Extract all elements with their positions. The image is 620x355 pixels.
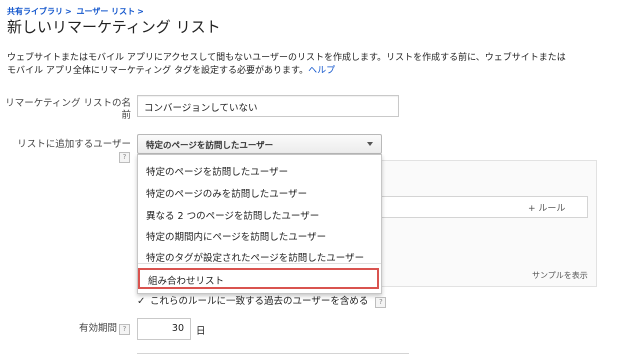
list-name-input[interactable]: コンバージョンしていない bbox=[137, 95, 399, 117]
show-sample-link[interactable]: サンプルを表示 bbox=[532, 270, 588, 281]
page-title: 新しいリマーケティング リスト bbox=[7, 18, 221, 36]
users-to-add-label: リストに追加するユーザー bbox=[17, 139, 131, 150]
include-past-users-row: ✓ これらのルールに一致する過去のユーザーを含める ? bbox=[137, 293, 387, 308]
list-name-label: リマーケティング リストの名前 bbox=[5, 98, 131, 121]
duration-unit: 日 bbox=[196, 326, 206, 337]
chevron-down-icon bbox=[367, 142, 373, 146]
menu-item-page-only-visitors[interactable]: 特定のページのみを訪問したユーザー bbox=[146, 186, 307, 200]
divider bbox=[137, 353, 409, 354]
dropdown-menu: 特定のページを訪問したユーザー 特定のページのみを訪問したユーザー 異なる 2 … bbox=[137, 154, 382, 294]
help-icon[interactable]: ? bbox=[119, 324, 130, 335]
include-past-users-label[interactable]: これらのルールに一致する過去のユーザーを含める bbox=[150, 296, 368, 307]
menu-item-tagged-page[interactable]: 特定のタグが設定されたページを訪問したユーザー bbox=[146, 250, 364, 264]
breadcrumb-separator: > bbox=[137, 7, 144, 16]
checkmark-icon[interactable]: ✓ bbox=[137, 296, 147, 307]
duration-label: 有効期間 bbox=[78, 323, 117, 334]
menu-item-page-visitors[interactable]: 特定のページを訪問したユーザー bbox=[146, 164, 288, 178]
menu-separator bbox=[138, 263, 381, 264]
add-rule-button[interactable]: + ルール bbox=[528, 201, 565, 214]
help-icon[interactable]: ? bbox=[119, 152, 130, 163]
breadcrumb-shared-library[interactable]: 共有ライブラリ bbox=[7, 7, 63, 16]
select-value: 特定のページを訪問したユーザー bbox=[146, 141, 274, 151]
page-description: ウェブサイトまたはモバイル アプリにアクセスして間もないユーザーのリストを作成し… bbox=[7, 52, 567, 78]
menu-item-two-pages[interactable]: 異なる 2 つのページを訪問したユーザー bbox=[146, 208, 319, 222]
description-text: ウェブサイトまたはモバイル アプリにアクセスして間もないユーザーのリストを作成し… bbox=[7, 53, 566, 76]
users-to-add-select[interactable]: 特定のページを訪問したユーザー bbox=[137, 134, 382, 154]
duration-input[interactable]: 30 bbox=[137, 318, 191, 340]
breadcrumb-user-lists[interactable]: ユーザー リスト bbox=[77, 7, 136, 16]
breadcrumb-separator: > bbox=[65, 7, 72, 16]
menu-item-combination-list[interactable]: 組み合わせリスト bbox=[148, 273, 224, 287]
help-icon[interactable]: ? bbox=[375, 297, 387, 308]
menu-item-time-period[interactable]: 特定の期間内にページを訪問したユーザー bbox=[146, 229, 326, 243]
help-link[interactable]: ヘルプ bbox=[308, 66, 335, 76]
